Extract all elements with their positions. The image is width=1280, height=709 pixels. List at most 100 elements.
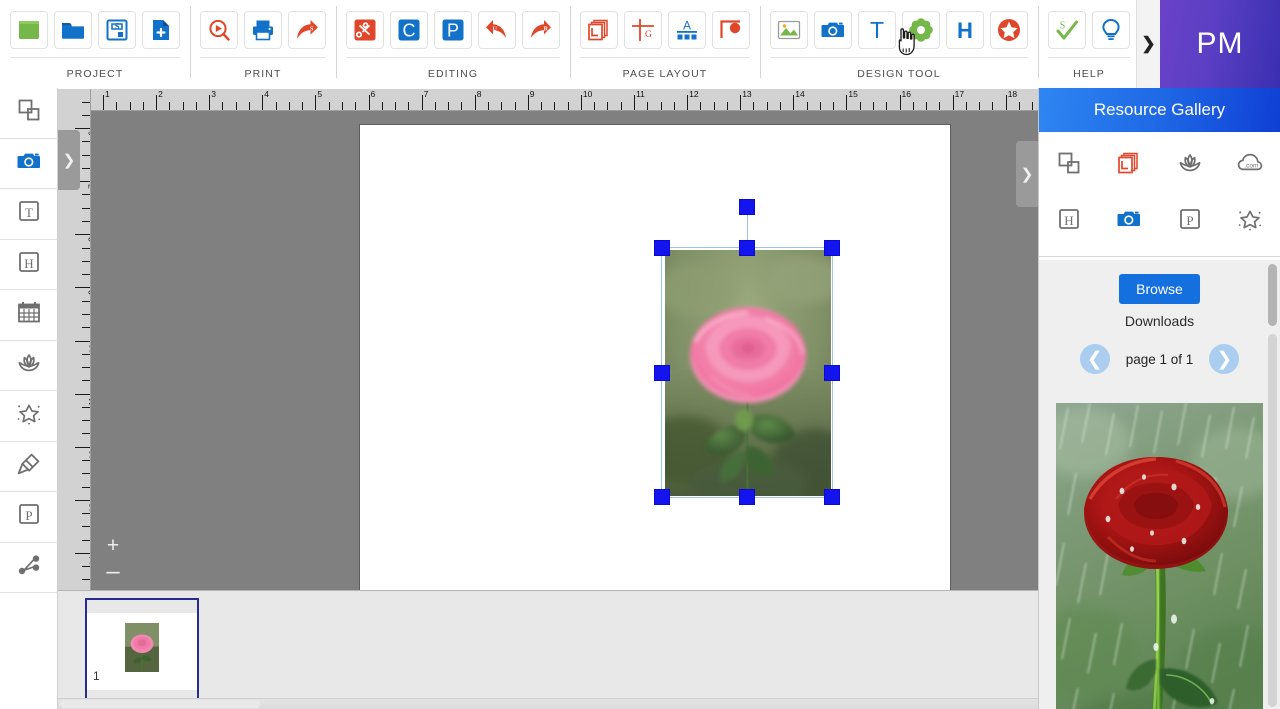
ruler-tick-major (103, 95, 104, 110)
headline-button[interactable]: H (946, 11, 984, 49)
tips-button[interactable] (1092, 11, 1130, 49)
resize-handle-w[interactable] (654, 364, 670, 381)
ruler-tick-minor (116, 102, 118, 110)
ruler-tick-minor (195, 102, 197, 110)
ruler-tick-minor (82, 420, 90, 422)
ribbon-group-page-layout: G A PAGE LAYOUT (570, 0, 760, 88)
photo-button[interactable] (814, 11, 852, 49)
gallery-prev-chevron-left-icon[interactable]: ❮ (1079, 344, 1110, 374)
svg-text:P: P (25, 508, 32, 523)
ruler-label: 13 (742, 89, 752, 99)
ruler-tick-minor (142, 102, 144, 110)
resize-handle-se[interactable] (824, 489, 840, 505)
page-thumbnail-image-rose (125, 623, 159, 672)
ruler-tick-minor (965, 102, 967, 110)
selection-bounding-box[interactable] (654, 240, 840, 505)
ruler-label: 14 (795, 89, 805, 99)
rotate-handle[interactable] (739, 199, 755, 215)
layers-button[interactable] (580, 11, 618, 49)
resize-handle-e[interactable] (824, 364, 840, 381)
page-number-label: 1 (93, 669, 100, 683)
insert-image-button[interactable] (770, 11, 808, 49)
svg-text:T: T (870, 17, 884, 43)
cut-button[interactable] (346, 11, 384, 49)
sidebar-item-photos[interactable] (0, 139, 58, 189)
selected-image-rose-pink[interactable] (665, 250, 831, 496)
resize-handle-ne[interactable] (824, 240, 840, 256)
star-badge-button[interactable] (990, 11, 1028, 49)
resize-handle-s[interactable] (739, 489, 755, 505)
category-placeholder[interactable]: P (1160, 196, 1220, 246)
print-preview-button[interactable] (200, 11, 238, 49)
sidebar-item-shapes[interactable] (0, 88, 58, 139)
save-project-button[interactable]: S (98, 11, 136, 49)
design-canvas[interactable]: + – ❯ (91, 111, 1038, 590)
ruler-tick-major (1005, 95, 1007, 110)
sidebar-item-calendar[interactable] (0, 290, 58, 341)
category-web[interactable]: .com (1220, 140, 1280, 190)
gallery-next-chevron-right-icon[interactable]: ❯ (1209, 344, 1240, 374)
print-button[interactable] (244, 11, 282, 49)
sidebar-item-paint[interactable] (0, 442, 58, 492)
new-project-button[interactable] (10, 11, 48, 49)
redo-button[interactable]: R (522, 11, 560, 49)
blue-folder-icon (60, 17, 86, 43)
gallery-scrollbar-track[interactable] (1268, 334, 1277, 707)
rail-expand-chevron-right-icon[interactable]: ❯ (58, 130, 80, 190)
align-button[interactable]: A (668, 11, 706, 49)
ruler-tick-major (474, 95, 476, 110)
ribbon-groups: S PROJECT S PRINT C P U R EDITING G A PAGE LAYOUT T H… (0, 0, 1160, 88)
undo-arrow-icon: U (484, 17, 510, 43)
spellcheck-button[interactable]: S (1048, 11, 1086, 49)
category-photos[interactable] (1099, 196, 1159, 246)
sidebar-item-flowers[interactable] (0, 341, 58, 391)
resize-handle-sw[interactable] (654, 489, 670, 505)
ruler-tick-minor (872, 102, 874, 110)
ruler-tick-major (75, 234, 90, 236)
undo-button[interactable]: U (478, 11, 516, 49)
ribbon-group-buttons: S (10, 0, 180, 57)
add-page-button[interactable] (142, 11, 180, 49)
svg-text:H: H (1064, 213, 1073, 228)
sidebar-item-placeholder[interactable]: P (0, 492, 58, 543)
paste-button[interactable]: P (434, 11, 472, 49)
sidebar-item-headline[interactable]: H (0, 240, 58, 290)
category-layouts[interactable] (1099, 140, 1159, 190)
ruler-tick-minor (355, 102, 357, 110)
ribbon-overflow-chevron-right-icon[interactable]: ❯ (1136, 0, 1160, 88)
ruler-tick-minor (82, 327, 90, 329)
zoom-in-button[interactable]: + (107, 535, 119, 556)
text-button[interactable]: T (858, 11, 896, 49)
sidebar-item-connect[interactable] (0, 543, 58, 593)
ruler-tick-minor (235, 102, 237, 110)
lotus-flower-icon (16, 350, 42, 381)
sidebar-item-effects[interactable] (0, 391, 58, 442)
category-effects[interactable] (1220, 196, 1280, 246)
gallery-scrollbar-thumb[interactable] (1268, 264, 1277, 326)
canvas-expand-chevron-right-icon[interactable]: ❯ (1016, 141, 1038, 207)
page-setup-button[interactable] (712, 11, 750, 49)
open-project-button[interactable] (54, 11, 92, 49)
gallery-thumbnail-red-rose-rain[interactable] (1056, 403, 1263, 709)
sidebar-item-text[interactable]: T (0, 189, 58, 240)
zoom-out-button[interactable]: – (106, 560, 119, 584)
layers-l-icon (1116, 150, 1142, 181)
ruler-tick-major (75, 446, 90, 448)
category-shapes[interactable] (1039, 140, 1099, 190)
ruler-tick-major (262, 95, 264, 110)
guides-button[interactable]: G (624, 11, 662, 49)
browse-button[interactable]: Browse (1119, 274, 1200, 304)
share-export-button[interactable]: S (288, 11, 326, 49)
category-clipart[interactable] (1160, 140, 1220, 190)
resize-handle-n[interactable] (739, 240, 755, 256)
page-thumbnail-strip: 1 (58, 590, 1038, 709)
resize-handle-nw[interactable] (654, 240, 670, 256)
category-headline[interactable]: H (1039, 196, 1099, 246)
canvas-page-sheet[interactable] (360, 125, 950, 590)
copy-button[interactable]: C (390, 11, 428, 49)
pagestrip-horizontal-scrollbar[interactable] (58, 698, 1038, 709)
scrollbar-thumb[interactable] (60, 700, 260, 708)
page-thumbnail-1[interactable]: 1 (85, 598, 199, 701)
svg-text:G: G (645, 30, 652, 40)
flower-shape-button[interactable] (902, 11, 940, 49)
